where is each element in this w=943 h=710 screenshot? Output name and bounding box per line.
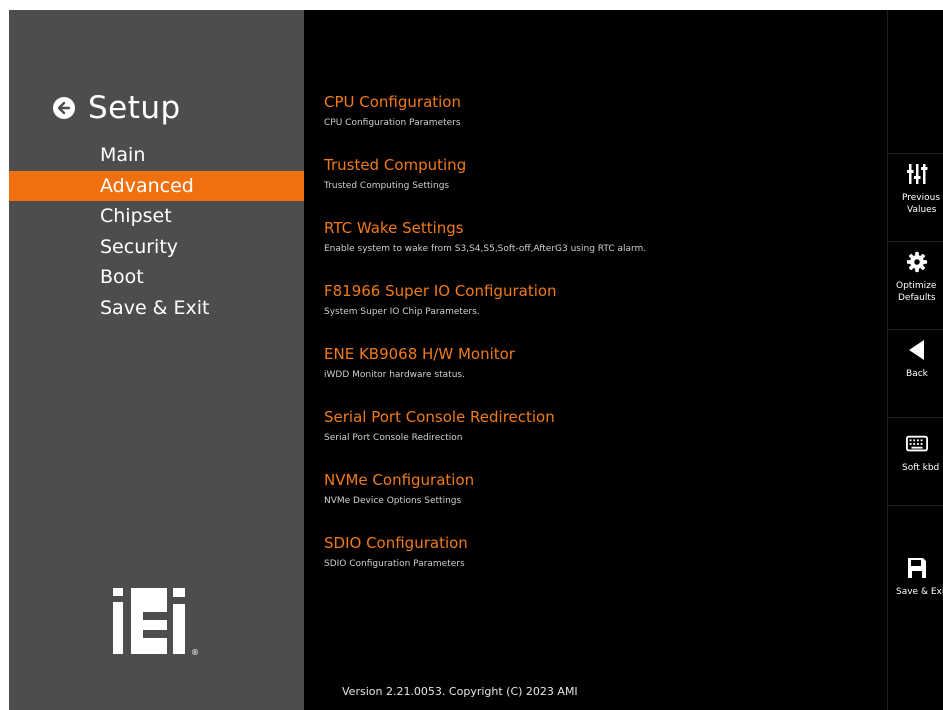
gear-icon — [906, 251, 928, 273]
menu-item-trusted-computing[interactable]: Trusted Computing Trusted Computing Sett… — [324, 155, 466, 192]
keyboard-icon — [906, 435, 928, 452]
menu-item-title: SDIO Configuration — [324, 534, 468, 552]
action-panel: Previous Values Optimize Defaults Back S… — [887, 10, 943, 710]
menu-item-serial-port-console-redirection[interactable]: Serial Port Console Redirection Serial P… — [324, 407, 555, 444]
optimized-defaults-button[interactable]: Optimize Defaults — [888, 241, 943, 330]
bios-screen: Setup Main Advanced Chipset Security Boo… — [9, 10, 943, 710]
previous-values-label-line1: Previous — [902, 193, 941, 203]
menu-item-description: System Super IO Chip Parameters. — [324, 307, 480, 317]
menu-item-sdio-configuration[interactable]: SDIO Configuration SDIO Configuration Pa… — [324, 533, 468, 570]
save-exit-label: Save & Exi — [896, 587, 943, 597]
menu-item-description: CPU Configuration Parameters — [324, 118, 461, 128]
menu-item-title: F81966 Super IO Configuration — [324, 282, 557, 300]
optimized-defaults-label-line2: Defaults — [898, 293, 936, 303]
sidebar: Setup Main Advanced Chipset Security Boo… — [9, 10, 304, 710]
advanced-menu-list: CPU Configuration CPU Configuration Para… — [324, 10, 884, 710]
menu-item-description: Serial Port Console Redirection — [324, 433, 463, 443]
menu-item-description: NVMe Device Options Settings — [324, 496, 462, 506]
nav-item-security[interactable]: Security — [9, 232, 304, 263]
iei-logo: ® — [113, 588, 199, 657]
soft-keyboard-label: Soft kbd — [902, 463, 940, 473]
menu-item-title: CPU Configuration — [324, 93, 461, 111]
nav-item-advanced[interactable]: Advanced — [9, 170, 304, 201]
back-arrow-icon — [53, 97, 75, 119]
nav-item-chipset[interactable]: Chipset — [9, 201, 304, 232]
menu-item-title: Trusted Computing — [324, 156, 467, 174]
setup-title: Setup — [88, 90, 181, 126]
menu-item-super-io-configuration[interactable]: F81966 Super IO Configuration System Sup… — [324, 281, 557, 318]
previous-values-button[interactable]: Previous Values — [888, 153, 943, 242]
menu-item-nvme-configuration[interactable]: NVMe Configuration NVMe Device Options S… — [324, 470, 474, 507]
menu-item-title: ENE KB9068 H/W Monitor — [324, 345, 515, 363]
optimized-defaults-label-line1: Optimize — [896, 281, 937, 291]
menu-item-description: iWDD Monitor hardware status. — [324, 370, 465, 380]
svg-text:®: ® — [191, 648, 199, 657]
back-button[interactable]: Back — [888, 329, 943, 418]
setup-back-button[interactable]: Setup — [53, 88, 181, 128]
menu-item-rtc-wake-settings[interactable]: RTC Wake Settings Enable system to wake … — [324, 218, 646, 255]
save-exit-button[interactable]: Save & Exi — [888, 505, 943, 626]
previous-values-label-line2: Values — [907, 205, 937, 215]
sliders-icon — [907, 164, 928, 184]
menu-item-title: RTC Wake Settings — [324, 219, 464, 237]
soft-keyboard-button[interactable]: Soft kbd — [888, 417, 943, 506]
nav-item-boot[interactable]: Boot — [9, 262, 304, 293]
menu-item-title: Serial Port Console Redirection — [324, 408, 555, 426]
floppy-disk-icon — [908, 558, 926, 578]
version-footer: Version 2.21.0053. Copyright (C) 2023 AM… — [342, 685, 578, 698]
previous-values-label: Previous Values — [902, 192, 940, 216]
optimized-defaults-label: Optimize Defaults — [896, 280, 936, 304]
menu-item-title: NVMe Configuration — [324, 471, 475, 489]
nav-item-save-exit[interactable]: Save & Exit — [9, 293, 304, 324]
back-triangle-icon — [909, 340, 924, 360]
back-label: Back — [906, 369, 928, 379]
menu-item-cpu-configuration[interactable]: CPU Configuration CPU Configuration Para… — [324, 92, 461, 129]
nav-menu: Main Advanced Chipset Security Boot Save… — [9, 140, 304, 323]
menu-item-description: Trusted Computing Settings — [324, 181, 450, 191]
menu-item-hw-monitor[interactable]: ENE KB9068 H/W Monitor iWDD Monitor hard… — [324, 344, 515, 381]
nav-item-main[interactable]: Main — [9, 140, 304, 171]
menu-item-description: SDIO Configuration Parameters — [324, 559, 465, 569]
menu-item-description: Enable system to wake from S3,S4,S5,Soft… — [324, 244, 647, 254]
